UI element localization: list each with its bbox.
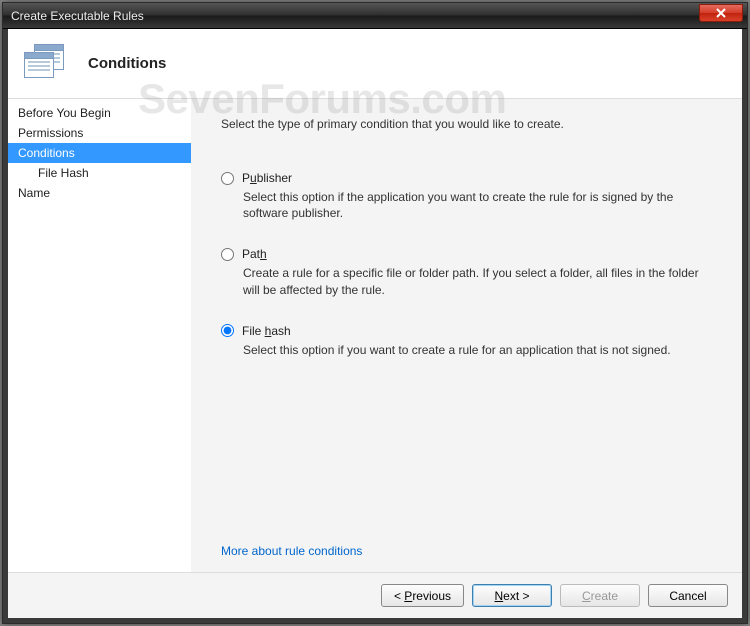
client-area: Conditions SevenForums.com Before You Be… xyxy=(3,29,747,623)
intro-text: Select the type of primary condition tha… xyxy=(221,117,707,131)
conditions-icon xyxy=(24,44,68,84)
sidebar-item-conditions[interactable]: Conditions xyxy=(8,143,191,163)
option-file-hash-desc: Select this option if you want to create… xyxy=(221,342,707,358)
sidebar-item-name[interactable]: Name xyxy=(8,183,191,203)
sidebar-item-file-hash[interactable]: File Hash xyxy=(8,163,191,183)
option-file-hash: File hash Select this option if you want… xyxy=(221,324,707,358)
sidebar: Before You Begin Permissions Conditions … xyxy=(8,99,191,572)
close-button[interactable] xyxy=(699,4,743,22)
sidebar-item-before-you-begin[interactable]: Before You Begin xyxy=(8,103,191,123)
dialog-window: Create Executable Rules Conditions Seven… xyxy=(2,2,748,624)
option-publisher-label: Publisher xyxy=(242,171,292,185)
body: SevenForums.com Before You Begin Permiss… xyxy=(8,99,742,572)
option-path-desc: Create a rule for a specific file or fol… xyxy=(221,265,707,297)
previous-button[interactable]: < Previous xyxy=(381,584,464,607)
titlebar[interactable]: Create Executable Rules xyxy=(3,3,747,29)
option-file-hash-label: File hash xyxy=(242,324,291,338)
next-button[interactable]: Next > xyxy=(472,584,552,607)
option-path-head[interactable]: Path xyxy=(221,247,707,261)
radio-file-hash[interactable] xyxy=(221,324,234,337)
footer: < Previous Next > Create Cancel xyxy=(8,572,742,618)
sidebar-item-permissions[interactable]: Permissions xyxy=(8,123,191,143)
option-path-label: Path xyxy=(242,247,267,261)
option-publisher: Publisher Select this option if the appl… xyxy=(221,171,707,221)
option-path: Path Create a rule for a specific file o… xyxy=(221,247,707,297)
cancel-button[interactable]: Cancel xyxy=(648,584,728,607)
header: Conditions xyxy=(8,29,742,99)
radio-path[interactable] xyxy=(221,248,234,261)
option-publisher-head[interactable]: Publisher xyxy=(221,171,707,185)
create-button: Create xyxy=(560,584,640,607)
main-panel: Select the type of primary condition tha… xyxy=(191,99,742,572)
radio-publisher[interactable] xyxy=(221,172,234,185)
more-about-link[interactable]: More about rule conditions xyxy=(221,544,707,558)
page-title: Conditions xyxy=(88,55,166,72)
close-icon xyxy=(716,8,726,18)
option-publisher-desc: Select this option if the application yo… xyxy=(221,189,707,221)
option-file-hash-head[interactable]: File hash xyxy=(221,324,707,338)
window-title: Create Executable Rules xyxy=(11,9,144,23)
